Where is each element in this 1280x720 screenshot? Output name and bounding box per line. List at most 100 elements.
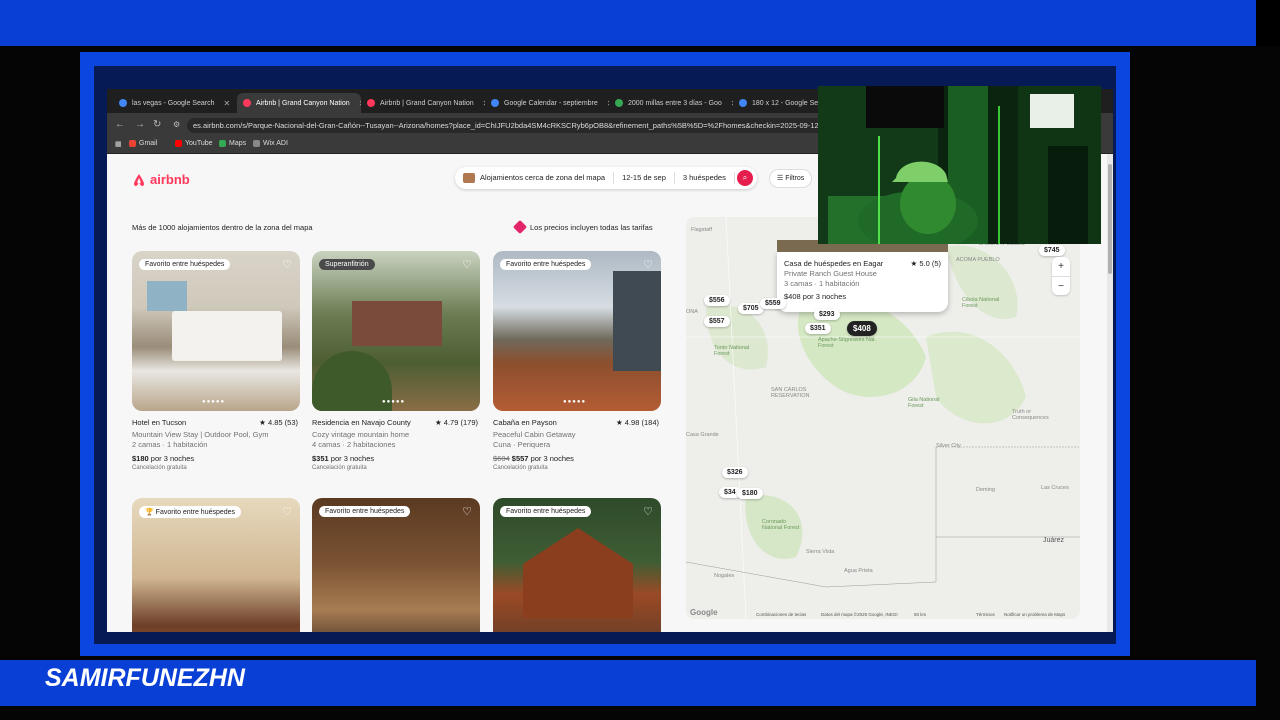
price-suffix: por 3 noches <box>330 454 375 463</box>
listing-title-row: Cabaña en Payson ★ 4.98 (184) <box>493 418 661 429</box>
listing-badge: Favorito entre huéspedes <box>319 506 411 517</box>
filters-button[interactable]: ☰ Filtros <box>769 169 813 188</box>
bookmark-youtube[interactable]: YouTube <box>175 140 213 147</box>
listing-photo[interactable]: Favorito entre huéspedes ♡ ●●●●● <box>493 251 661 411</box>
map-label: Sierra Vista <box>806 549 835 555</box>
listing-card[interactable]: Favorito entre huéspedes ♡ ●●●●● Cabaña … <box>493 251 661 471</box>
favorite-heart-icon[interactable]: ♡ <box>282 505 292 518</box>
bookmark-wix[interactable]: Wix ADI <box>253 140 288 147</box>
scrollbar-thumb[interactable] <box>1108 164 1112 274</box>
map-label: Tonto National Forest <box>714 345 750 357</box>
favorite-heart-icon[interactable]: ♡ <box>462 258 472 271</box>
prices-note-label: Los precios incluyen todas las tarifas <box>530 222 653 232</box>
listing-photo[interactable]: Superanfitrión ♡ ●●●●● <box>312 251 480 411</box>
reload-icon[interactable]: ↻ <box>153 119 161 130</box>
prices-note: Los precios incluyen todas las tarifas <box>512 219 653 235</box>
favorite-heart-icon[interactable]: ♡ <box>462 505 472 518</box>
price-pin[interactable]: $326 <box>722 467 748 478</box>
map-label: Juárez <box>1043 537 1065 544</box>
tab-4[interactable]: 2000 millas entre 3 días - Goo✕ <box>609 93 733 113</box>
tab-title: Google Calendar - septiembre <box>504 99 598 107</box>
airbnb-favicon-icon <box>367 99 375 107</box>
cancellation-note: Cancelación gratuita <box>493 465 548 471</box>
back-icon[interactable]: ← <box>115 119 125 130</box>
listing-card[interactable]: Favorito entre huéspedes ♡ ●●●●● Hotel e… <box>132 251 300 471</box>
listing-photo[interactable]: 🏆 Favorito entre huéspedes ♡ <box>132 498 300 632</box>
tab-2[interactable]: Airbnb | Grand Canyon Nation✕ <box>361 93 485 113</box>
favorite-heart-icon[interactable]: ♡ <box>643 505 653 518</box>
airbnb-logo[interactable]: airbnb <box>132 172 190 187</box>
tab-0[interactable]: las vegas - Google Search ✕ <box>113 93 237 113</box>
google-favicon-icon <box>739 99 747 107</box>
map-scale: 50 km <box>914 612 927 617</box>
listing-card[interactable]: Favorito entre huéspedes ♡ <box>493 498 661 632</box>
results-map[interactable]: Flagstaff ONA Tonto National Forest Apac… <box>686 217 1080 619</box>
tab-title: Airbnb | Grand Canyon Nation <box>380 99 474 107</box>
tab-3[interactable]: Google Calendar - septiembre✕ <box>485 93 609 113</box>
listing-photo[interactable]: Favorito entre huéspedes ♡ <box>493 498 661 632</box>
listing-price: $351 por 3 noches <box>312 454 480 463</box>
map-shortcuts-link[interactable]: Combinaciones de teclas <box>756 612 806 617</box>
map-label: SAN CARLOS RESERVATION <box>771 387 810 399</box>
price-pin[interactable]: $556 <box>704 295 730 306</box>
listing-photo[interactable]: Favorito entre huéspedes ♡ ●●●●● <box>132 251 300 411</box>
popup-details: 3 camas · 1 habitación <box>784 279 860 288</box>
listing-badge: Superanfitrión <box>319 259 375 270</box>
apps-icon[interactable]: ▦ <box>115 140 122 148</box>
listing-details: 2 camas · 1 habitación <box>132 440 208 449</box>
google-favicon-icon <box>119 99 127 107</box>
map-label: Apache-Sitgreaves Nat. Forest <box>818 337 877 349</box>
price-pin[interactable]: $559 <box>760 298 786 309</box>
zoom-in-button[interactable]: + <box>1052 257 1070 277</box>
overlay-top-gap <box>1256 0 1280 46</box>
search-icon[interactable]: ⌕ <box>737 170 753 186</box>
google-favicon-icon <box>615 99 623 107</box>
house-icon <box>463 173 475 183</box>
wix-icon <box>253 140 260 147</box>
tab-1[interactable]: Airbnb | Grand Canyon Nation✕ <box>237 93 361 113</box>
listing-title: Hotel en Tucson <box>132 418 187 427</box>
search-bar[interactable]: Alojamientos cerca de zona del mapa 12-1… <box>455 167 757 189</box>
bookmark-gmail[interactable]: Gmail <box>129 140 157 147</box>
stream-scene: SAMIRFUNEZHN las vegas - Google Search ✕ … <box>0 0 1280 720</box>
listing-card[interactable]: Superanfitrión ♡ ●●●●● Residencia en Nav… <box>312 251 480 471</box>
search-dates[interactable]: 12-15 de sep <box>614 172 675 184</box>
forward-icon[interactable]: → <box>135 119 145 130</box>
listing-card[interactable]: Favorito entre huéspedes ♡ <box>312 498 480 632</box>
window-shape <box>147 281 187 311</box>
close-tab-icon[interactable]: ✕ <box>224 99 231 108</box>
map-terms-link[interactable]: Términos <box>976 612 995 617</box>
popup-title-row: ★ 5.0 (5) Casa de huéspedes en Eagar <box>784 259 941 268</box>
listing-rating: ★ 4.85 (53) <box>259 418 298 427</box>
price-pin[interactable]: $557 <box>704 316 730 327</box>
map-label: ACOMA PUEBLO <box>956 257 1000 263</box>
search-location[interactable]: Alojamientos cerca de zona del mapa <box>455 172 615 184</box>
results-count: Más de 1000 alojamientos dentro de la zo… <box>132 223 313 232</box>
price-value: $557 <box>511 454 529 463</box>
favorite-heart-icon[interactable]: ♡ <box>282 258 292 271</box>
price-pin[interactable]: $180 <box>737 488 763 499</box>
youtube-icon <box>175 140 182 147</box>
favorite-heart-icon[interactable]: ♡ <box>643 258 653 271</box>
search-guests[interactable]: 3 huéspedes <box>675 172 735 184</box>
listing-card[interactable]: 🏆 Favorito entre huéspedes ♡ <box>132 498 300 632</box>
listing-photo[interactable]: Favorito entre huéspedes ♡ <box>312 498 480 632</box>
price-pin-selected[interactable]: $408 <box>847 321 877 336</box>
popup-subtitle: Private Ranch Guest House <box>784 269 877 278</box>
zoom-out-button[interactable]: − <box>1052 277 1070 296</box>
listing-details: Cuna · Periquera <box>493 440 551 449</box>
price-pin[interactable]: $745 <box>1039 245 1065 256</box>
site-info-icon[interactable]: ⚙ <box>173 120 180 129</box>
map-report-link[interactable]: Notificar un problema de Maps <box>1004 612 1065 617</box>
pine-shape <box>312 351 392 411</box>
webcam-image <box>818 86 1101 244</box>
bookmark-maps[interactable]: Maps <box>219 140 246 147</box>
map-zoom-controls: + − <box>1052 257 1070 295</box>
airbnb-logo-icon <box>134 173 144 186</box>
price-pin[interactable]: $351 <box>805 323 831 334</box>
search-location-label: Alojamientos cerca de zona del mapa <box>480 173 606 182</box>
url-input[interactable]: es.airbnb.com/s/Parque-Nacional-del-Gran… <box>187 118 907 133</box>
price-pin[interactable]: $293 <box>814 309 840 320</box>
page-scrollbar[interactable] <box>1107 154 1113 632</box>
map-listing-popup[interactable]: ★ 5.0 (5) Casa de huéspedes en Eagar Priv… <box>777 240 948 312</box>
